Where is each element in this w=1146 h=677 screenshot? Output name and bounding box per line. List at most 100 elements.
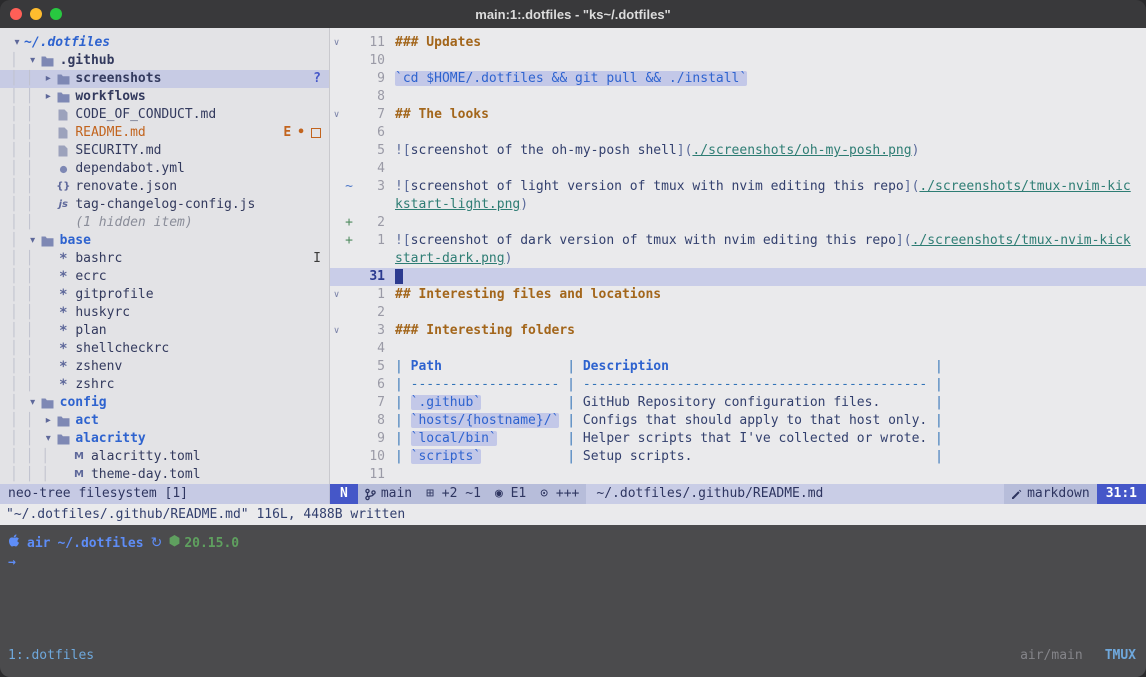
tree-item-plan[interactable]: │ │ *plan [0,322,329,340]
tree-item-zshenv[interactable]: │ │ *zshenv [0,358,329,376]
indent-guides: │ │ [10,196,41,214]
editor-line[interactable]: ∨11### Updates [330,34,1146,52]
terminal-input-line[interactable]: → [8,555,1136,575]
editor-line[interactable]: +2 [330,214,1146,232]
tree-item-alacritty.toml[interactable]: │ │ │ Malacritty.toml [0,448,329,466]
filetype-label: markdown [1027,484,1090,504]
tree-item-renovate.json[interactable]: │ │ {}renovate.json [0,178,329,196]
editor-line[interactable]: 31 [330,268,1146,286]
tree-item-ecrc[interactable]: │ │ *ecrc [0,268,329,286]
editor-line[interactable]: 8 [330,88,1146,106]
indent-guides: │ │ [10,430,41,448]
editor-line[interactable]: 5![screenshot of the oh-my-posh shell](.… [330,142,1146,160]
expander-spacer [41,178,55,196]
tree-item-label: README.md [75,124,145,142]
editor-line[interactable]: 11 [330,466,1146,484]
editor-line[interactable]: ~3![screenshot of light version of tmux … [330,178,1146,196]
syntax-segment: screenshot of dark version of tmux with … [411,233,896,248]
editor-line[interactable]: 10 [330,52,1146,70]
chevron-right-icon[interactable]: ▸ [41,412,55,430]
sign-column [343,430,355,448]
editor-line[interactable]: 7| `.github` | GitHub Repository configu… [330,394,1146,412]
fold-open-icon[interactable]: ∨ [330,34,343,52]
editor-line[interactable]: ∨3### Interesting folders [330,322,1146,340]
editor-line[interactable]: kstart-light.png) [330,196,1146,214]
tree-item-act[interactable]: │ │ ▸act [0,412,329,430]
doc-icon [55,127,71,139]
sign-column [343,160,355,178]
tree-item-base[interactable]: │ ▾base [0,232,329,250]
sign-column [343,124,355,142]
tree-item-zshrc[interactable]: │ │ *zshrc [0,376,329,394]
tree-item-security.md[interactable]: │ │ SECURITY.md [0,142,329,160]
syntax-segment: ./screenshots/tmux-nvim-kic [919,179,1130,194]
indent-guides: │ │ [10,88,41,106]
editor-line[interactable]: start-dark.png) [330,250,1146,268]
editor-line[interactable]: 4 [330,340,1146,358]
tree-item-code-of-conduct.md[interactable]: │ │ CODE_OF_CONDUCT.md [0,106,329,124]
tree-item-label: CODE_OF_CONDUCT.md [75,106,216,124]
editor-line[interactable]: ∨7## The looks [330,106,1146,124]
tree-item-tag-changelog-config.js[interactable]: │ │ jstag-changelog-config.js [0,196,329,214]
fullscreen-button[interactable] [50,8,62,20]
minimize-button[interactable] [30,8,42,20]
tree-item-shellcheckrc[interactable]: │ │ *shellcheckrc [0,340,329,358]
chevron-down-icon[interactable]: ▾ [26,232,40,250]
chevron-down-icon[interactable]: ▾ [26,394,40,412]
editor-line[interactable]: 2 [330,304,1146,322]
chevron-down-icon[interactable]: ▾ [41,430,55,448]
editor-line[interactable]: 9`cd $HOME/.dotfiles && git pull && ./in… [330,70,1146,88]
tree-item-readme.md[interactable]: │ │ README.mdE• [0,124,329,142]
chevron-down-icon[interactable]: ▾ [26,52,40,70]
fold-open-icon[interactable]: ∨ [330,286,343,304]
fold-column [330,88,343,106]
tree-item--1-hidden-item-[interactable]: │ │ (1 hidden item) [0,214,329,232]
expander-spacer [41,160,55,178]
tree-item-theme-day.toml[interactable]: │ │ │ Mtheme-day.toml [0,466,329,484]
tree-item-screenshots[interactable]: │ │ ▸screenshots? [0,70,329,88]
doc-icon [55,109,71,121]
mode-indicator: N [330,484,358,504]
editor-line[interactable]: 6| ------------------- | ---------------… [330,376,1146,394]
tree-item-huskyrc[interactable]: │ │ *huskyrc [0,304,329,322]
editor-line[interactable]: 6 [330,124,1146,142]
tree-item-gitprofile[interactable]: │ │ *gitprofile [0,286,329,304]
editor-line[interactable]: ∨1## Interesting files and locations [330,286,1146,304]
tree-item-.github[interactable]: │ ▾.github [0,52,329,70]
editor-line[interactable]: 10| `scripts` | Setup scripts. | [330,448,1146,466]
tree-item-label: workflows [75,88,145,106]
prompt-path: ~/.dotfiles [57,536,143,551]
tree-item-bashrc[interactable]: │ │ *bashrcI [0,250,329,268]
chevron-right-icon[interactable]: ▸ [41,70,55,88]
indent-guides: │ │ [10,214,41,232]
line-number: 11 [355,466,385,484]
line-content [395,268,403,286]
editor-line[interactable]: +1![screenshot of dark version of tmux w… [330,232,1146,250]
tree-item-dependabot.yml[interactable]: │ │ dependabot.yml [0,160,329,178]
sign-column [343,196,355,214]
close-button[interactable] [10,8,22,20]
editor-line[interactable]: 8| `hosts/{hostname}/` | Configs that sh… [330,412,1146,430]
filetype-indicator: markdown [1004,484,1097,504]
fold-column [330,214,343,232]
syntax-segment: `.github` [411,395,481,410]
tree-item--.dotfiles[interactable]: ▾~/.dotfiles [0,34,329,52]
expander-spacer [57,448,71,466]
shell-pane[interactable]: air ~/.dotfiles ↻ 20.15.0 → 1:.dotfiles … [0,525,1146,677]
chevron-down-icon[interactable]: ▾ [10,34,24,52]
fold-open-icon[interactable]: ∨ [330,322,343,340]
tree-item-config[interactable]: │ ▾config [0,394,329,412]
chevron-right-icon[interactable]: ▸ [41,88,55,106]
tree-item-label: gitprofile [75,286,153,304]
tree-item-alacritty[interactable]: │ │ ▾alacritty [0,430,329,448]
editor-line[interactable]: 5| Path | Description | [330,358,1146,376]
tree-item-label: (1 hidden item) [75,214,192,232]
fold-open-icon[interactable]: ∨ [330,106,343,124]
braces-icon: {} [55,178,71,196]
editor-line[interactable]: 9| `local/bin` | Helper scripts that I'v… [330,430,1146,448]
editor-buffer[interactable]: ∨11### Updates109`cd $HOME/.dotfiles && … [330,28,1146,484]
editor-line[interactable]: 4 [330,160,1146,178]
tmux-window[interactable]: 1:.dotfiles [8,648,94,663]
tree-item-workflows[interactable]: │ │ ▸ workflows [0,88,329,106]
syntax-segment: ) [505,251,513,266]
